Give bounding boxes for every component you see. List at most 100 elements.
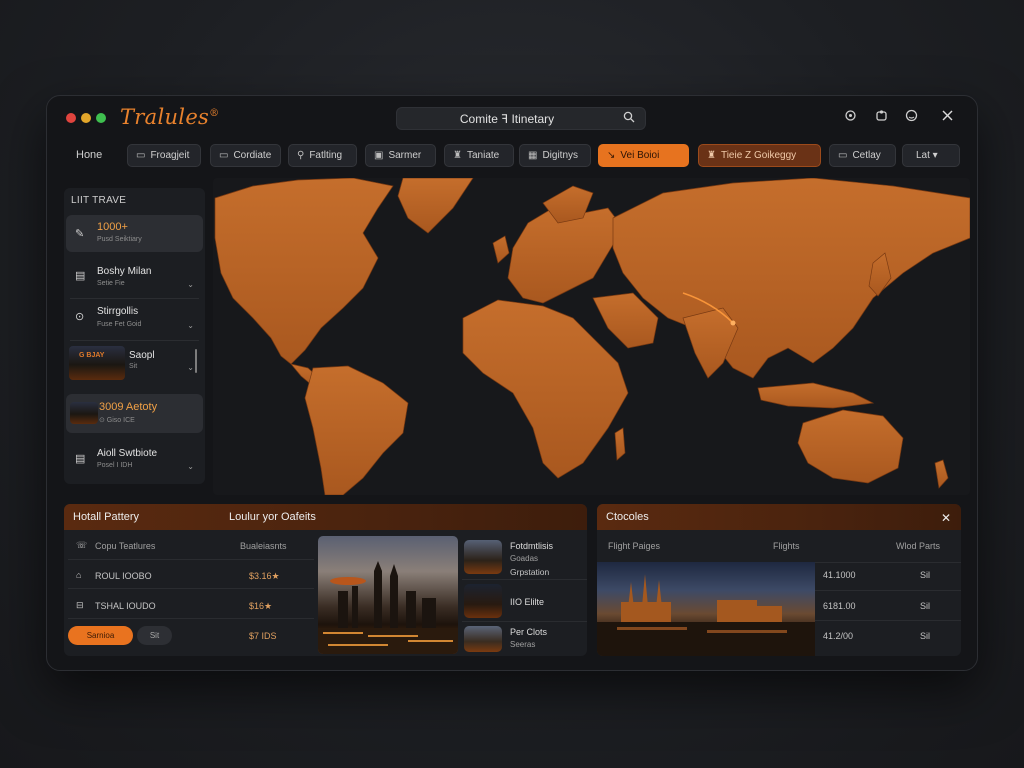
search-icon[interactable] (623, 111, 635, 126)
nav-language-dropdown[interactable]: Lat ▾ (902, 144, 960, 167)
nav-item-fatlting[interactable]: ⚲ Fatlting (288, 144, 357, 167)
city-skyline-graphic (318, 561, 458, 654)
maximize-window-button[interactable] (96, 113, 106, 123)
column-header-right: Bualeiasnts (240, 541, 287, 551)
hotel-icon: ⌂ (76, 570, 82, 580)
attraction-thumbnail[interactable] (464, 626, 502, 652)
minimize-window-button[interactable] (81, 113, 91, 123)
close-icon[interactable] (939, 109, 955, 125)
nav-bar: Hone ▭ Froagjeit ▭ Cordiate ⚲ Fatlting ▣ Sar… (47, 144, 977, 168)
search-icon: ⚲ (297, 150, 305, 161)
divider (70, 298, 199, 299)
asia (612, 178, 970, 379)
divider (462, 579, 587, 580)
greenland (397, 178, 474, 234)
divider (815, 562, 961, 563)
location-icon: ⊙ (75, 311, 85, 323)
column-header: Flight Paiges (608, 541, 661, 551)
sidebar-title: LIIT TRAVE (71, 195, 127, 206)
nav-item-vei-boioi[interactable]: ↘ Vei Boioi (598, 144, 689, 167)
chevron-down-icon[interactable]: ⌄ (187, 321, 194, 330)
divider (70, 340, 199, 341)
scrollbar[interactable] (195, 349, 197, 373)
cathedral-photo[interactable] (597, 562, 815, 656)
sidebar-item-stirrgollis[interactable]: ⊙ Stirrgollis Fuse Fet Goid ⌄ (66, 301, 203, 337)
uk (492, 235, 510, 264)
nav-item-taniate[interactable]: ♜ Taniate (444, 144, 514, 167)
flights-panel-title: Ctocoles (606, 511, 649, 523)
bottom-price: $7 IDS (249, 631, 277, 641)
face-icon[interactable] (903, 109, 919, 125)
nav-item-tieie-goikeggy[interactable]: ♜ Tieie Z Goikeggy (698, 144, 821, 167)
column-header: Wlod Parts (896, 541, 941, 551)
new-zealand (934, 459, 949, 489)
nav-home[interactable]: Hone (67, 144, 117, 167)
attraction-thumbnail[interactable] (464, 540, 502, 574)
flights-panel-header: Ctocoles ✕ (597, 504, 961, 530)
nav-item-cetlay[interactable]: ▭ Cetlay (829, 144, 896, 167)
australia (797, 409, 904, 484)
sidebar-item-boshy-milan[interactable]: ▤ Boshy Milan Setie Fie ⌄ (66, 260, 203, 296)
luggage-icon: ♜ (453, 150, 462, 161)
search-text: Comite ꟻ Itinetary (459, 112, 555, 126)
sidebar-item-1000[interactable]: ✎ 1000+ Pusd Seiktiary (66, 215, 203, 252)
card-icon: ▭ (219, 150, 229, 161)
calendar-icon: ▣ (374, 150, 384, 161)
sidebar-item-3009-aetoty[interactable]: 3009 Aetoty ⊙ Giso ICE (66, 394, 203, 433)
nav-item-froagjeit[interactable]: ▭ Froagjeit (127, 144, 201, 167)
africa (462, 299, 629, 479)
card-icon: ▭ (838, 150, 848, 161)
city-photo[interactable] (318, 536, 458, 654)
world-map-graphic (214, 178, 970, 495)
edit-icon: ✎ (75, 228, 85, 240)
list-icon: ▤ (75, 453, 86, 465)
document-icon: ⊟ (76, 600, 84, 610)
close-icon[interactable]: ✕ (941, 511, 951, 525)
close-window-button[interactable] (66, 113, 76, 123)
plane-icon: ↘ (607, 150, 616, 161)
divider (68, 588, 314, 589)
puzzle-icon[interactable] (873, 109, 889, 125)
sidebar: LIIT TRAVE ✎ 1000+ Pusd Seiktiary ▤ Bosh… (64, 188, 205, 484)
luggage-icon: ♜ (707, 150, 716, 161)
car-thumbnail (70, 402, 98, 424)
nav-item-sarmer[interactable]: ▣ Sarmer (365, 144, 436, 167)
divider (68, 618, 314, 619)
world-map[interactable] (213, 178, 970, 495)
nav-item-digitnys[interactable]: ▦ Digitnys (519, 144, 591, 167)
attraction-thumbnail[interactable] (464, 584, 502, 618)
divider (462, 621, 587, 622)
search-bar[interactable]: Comite ꟻ Itinetary (396, 107, 646, 130)
divider (815, 620, 961, 621)
divider (68, 559, 314, 560)
indonesia (757, 382, 875, 409)
south-america (304, 365, 409, 495)
india (682, 307, 739, 379)
chevron-down-icon[interactable]: ⌄ (187, 280, 194, 289)
list-icon: ▤ (75, 270, 86, 282)
hotels-panel-subtitle: Loulur yor Oafeits (229, 511, 316, 523)
secondary-button[interactable]: Sit (137, 626, 172, 645)
title-bar: Tralules® Comite ꟻ Itinetary (47, 96, 977, 140)
chevron-down-icon[interactable]: ⌄ (187, 363, 194, 372)
chevron-down-icon[interactable]: ⌄ (187, 462, 194, 471)
column-header-left: Copu Teatlures (95, 541, 156, 551)
hotels-panel-title: Hotall Pattery (73, 511, 140, 523)
phone-icon: ☏ (76, 540, 88, 550)
nav-item-cordiate[interactable]: ▭ Cordiate (210, 144, 281, 167)
sidebar-item-aioll-swtbiote[interactable]: ▤ Aioll Swtbiote Posel I IDH ⌄ (66, 440, 203, 476)
primary-button[interactable]: Sarnioa (68, 626, 133, 645)
cathedral-graphic (597, 574, 815, 656)
north-america (214, 178, 394, 365)
card-icon: ▭ (136, 150, 146, 161)
divider (815, 590, 961, 591)
settings-icon[interactable] (842, 109, 858, 125)
brand-logo: Tralules® (120, 105, 220, 129)
destination-thumbnail: G BJAY (69, 346, 125, 380)
flights-panel: Ctocoles ✕ Flight Paiges Flights Wlod Pa… (597, 504, 961, 656)
madagascar (614, 427, 626, 461)
europe (507, 207, 624, 304)
column-header: Flights (773, 541, 800, 551)
grid-icon: ▦ (528, 150, 538, 161)
sidebar-item-saopl[interactable]: G BJAY Saopl Sit ⌄ (66, 343, 203, 383)
